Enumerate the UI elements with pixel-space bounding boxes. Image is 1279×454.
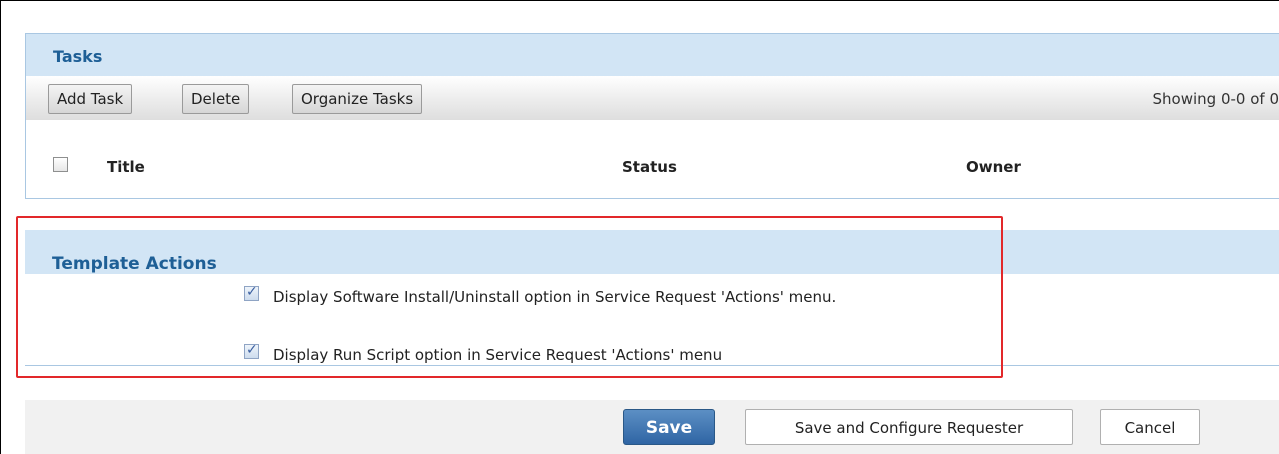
save-and-configure-requester-button[interactable]: Save and Configure Requester — [745, 409, 1073, 445]
tasks-panel: Tasks Add Task Delete Organize Tasks Sho… — [25, 33, 1279, 199]
tasks-title: Tasks — [53, 47, 103, 66]
highlight-box — [16, 216, 1003, 378]
form-footer: Save Save and Configure Requester Cancel — [25, 400, 1279, 454]
save-button[interactable]: Save — [623, 409, 715, 445]
add-task-button[interactable]: Add Task — [48, 84, 133, 114]
column-header-title[interactable]: Title — [107, 158, 145, 176]
column-header-status[interactable]: Status — [622, 158, 677, 176]
frame-top-border — [0, 0, 1279, 1]
pagination-summary: Showing 0-0 of 0 — [1152, 90, 1279, 108]
select-all-checkbox[interactable] — [53, 157, 68, 172]
tasks-header: Tasks — [26, 34, 1279, 76]
tasks-toolbar: Add Task Delete Organize Tasks Showing 0… — [26, 76, 1279, 120]
cancel-button[interactable]: Cancel — [1100, 409, 1200, 445]
column-header-owner[interactable]: Owner — [966, 158, 1021, 176]
organize-tasks-button[interactable]: Organize Tasks — [292, 84, 423, 114]
frame-left-border — [0, 0, 1, 454]
delete-button[interactable]: Delete — [182, 84, 250, 114]
